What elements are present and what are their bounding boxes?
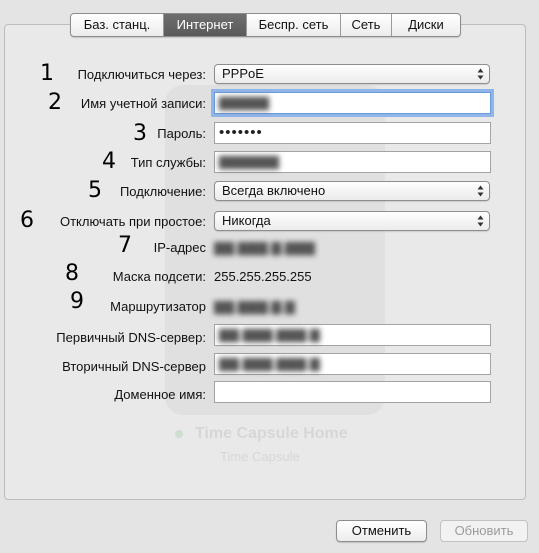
tab-bar: Баз. станц. Интернет Беспр. сеть Сеть Ди… [70,13,461,37]
step-marker-8: 8 [65,261,79,286]
disconnect-idle-label: Отключать при простое: [59,214,206,229]
step-marker-9: 9 [70,289,84,314]
service-type-field[interactable]: ▇▇▇▇▇▇ [214,151,491,173]
router-label: Маршрутизатор [110,299,206,314]
account-name-label: Имя учетной записи: [80,96,206,111]
up-down-arrows-icon [477,185,484,197]
up-down-arrows-icon [477,215,484,227]
step-marker-5: 5 [88,178,102,203]
domain-name-field[interactable] [214,381,491,403]
subnet-mask-label: Маска подсети: [112,269,206,284]
connect-via-label: Подключиться через: [77,67,206,82]
tab-disks[interactable]: Диски [392,14,460,36]
account-name-value: ▇▇▇▇▇ [219,95,269,110]
service-type-value: ▇▇▇▇▇▇ [219,154,279,169]
step-marker-1: 1 [40,61,54,86]
step-marker-6: 6 [20,208,34,233]
watermark-subtitle: Time Capsule [220,449,300,464]
dns-primary-field[interactable]: ▇▇.▇▇▇.▇▇▇.▇ [214,324,491,346]
tab-internet[interactable]: Интернет [164,14,247,36]
tab-wireless[interactable]: Беспр. сеть [247,14,341,36]
watermark-title: Time Capsule Home [195,425,348,442]
tab-base-station[interactable]: Баз. станц. [71,14,164,36]
dns-secondary-field[interactable]: ▇▇.▇▇▇.▇▇▇.▇ [214,353,491,375]
step-marker-7: 7 [118,233,132,258]
tab-network[interactable]: Сеть [341,14,392,36]
connection-label: Подключение: [119,184,206,199]
password-field[interactable]: ••••••• [214,122,491,144]
dns-secondary-label: Вторичный DNS-сервер [62,359,206,374]
dns-primary-label: Первичный DNS-сервер: [56,330,206,345]
step-marker-2: 2 [48,90,62,115]
disconnect-idle-value: Никогда [222,213,271,228]
connect-via-value: PPPoE [222,66,264,81]
account-name-field[interactable]: ▇▇▇▇▇ [214,92,491,114]
cancel-button[interactable]: Отменить [336,520,427,542]
connection-select[interactable]: Всегда включено [214,181,490,201]
subnet-mask-value: 255.255.255.255 [214,269,312,284]
ip-address-label: IP-адрес [153,240,206,255]
status-dot-icon [175,430,183,438]
disconnect-idle-select[interactable]: Никогда [214,211,490,231]
dns-primary-value: ▇▇.▇▇▇.▇▇▇.▇ [219,327,320,342]
update-button[interactable]: Обновить [440,520,528,542]
ip-address-value: ▇▇.▇▇▇.▇.▇▇▇ [214,240,315,255]
step-marker-3: 3 [133,121,147,146]
password-value: ••••••• [219,124,263,141]
service-type-label: Тип службы: [130,155,206,170]
step-marker-4: 4 [102,149,116,174]
connect-via-select[interactable]: PPPoE [214,64,490,84]
dns-secondary-value: ▇▇.▇▇▇.▇▇▇.▇ [219,356,320,371]
router-value: ▇▇.▇▇▇.▇.▇ [214,299,295,314]
connection-value: Всегда включено [222,183,326,198]
up-down-arrows-icon [477,68,484,80]
password-label: Пароль: [157,126,206,141]
domain-name-label: Доменное имя: [114,387,206,402]
